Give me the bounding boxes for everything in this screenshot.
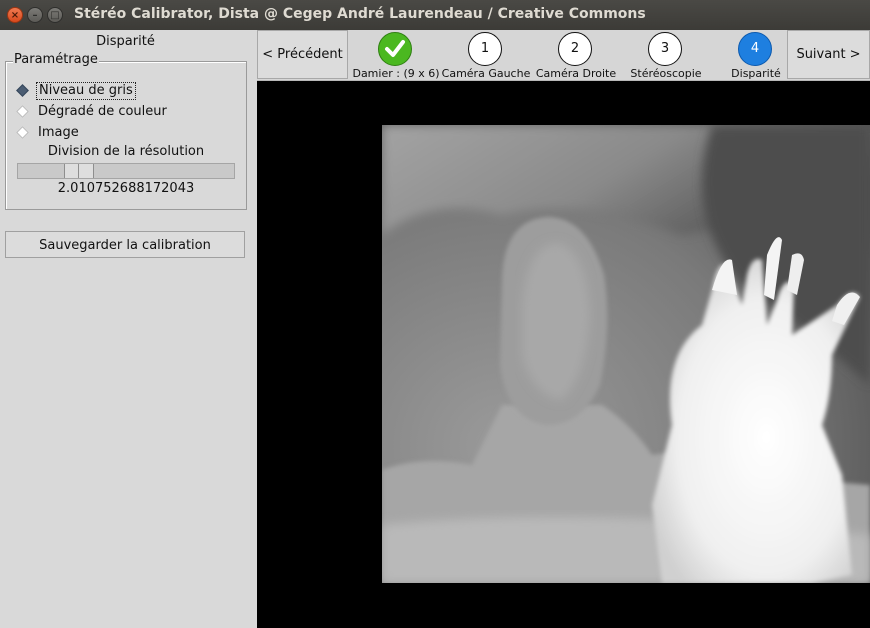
previous-button[interactable]: < Précédent: [257, 30, 348, 79]
maximize-window-icon[interactable]: □: [47, 7, 63, 23]
step-number-circle: 1: [468, 32, 502, 66]
disparity-viewer: [257, 81, 870, 628]
radio-indicator-icon: [16, 84, 29, 97]
step-right-camera[interactable]: 2 Caméra Droite: [530, 30, 622, 80]
radio-label: Niveau de gris: [36, 82, 136, 100]
step-stereoscopy[interactable]: 3 Stéréoscopie: [620, 30, 712, 80]
settings-panel: Disparité Paramétrage Niveau de gris Dég…: [0, 30, 257, 628]
resolution-slider[interactable]: [17, 163, 235, 179]
wizard-navigation: < Précédent Damier : (9 x 6) 1 Caméra Ga…: [257, 30, 870, 81]
next-button[interactable]: Suivant >: [787, 30, 870, 79]
resolution-value: 2.010752688172043: [57, 181, 195, 196]
step-left-camera[interactable]: 1 Caméra Gauche: [440, 30, 532, 80]
step-status-circle: [378, 32, 412, 66]
radio-label: Dégradé de couleur: [38, 104, 167, 119]
step-caption: Caméra Droite: [535, 67, 617, 80]
radio-label: Image: [38, 125, 79, 140]
step-number-circle: 3: [648, 32, 682, 66]
step-caption: Damier : (9 x 6): [352, 67, 440, 80]
radio-indicator-icon: [16, 126, 29, 139]
window-title: Stéréo Calibrator, Dista @ Cegep André L…: [74, 6, 646, 22]
minimize-window-icon[interactable]: –: [27, 7, 43, 23]
panel-heading: Disparité: [96, 34, 155, 49]
step-number-circle: 2: [558, 32, 592, 66]
slider-handle[interactable]: [64, 164, 94, 178]
settings-group-legend: Paramétrage: [13, 52, 99, 67]
step-checkerboard[interactable]: Damier : (9 x 6): [350, 30, 442, 80]
step-caption: Caméra Gauche: [441, 67, 531, 80]
close-window-icon[interactable]: ×: [7, 7, 23, 23]
check-icon: [385, 40, 405, 57]
disparity-map-graphic: [382, 125, 870, 583]
resolution-label: Division de la résolution: [47, 144, 205, 159]
radio-indicator-icon: [16, 105, 29, 118]
save-calibration-button[interactable]: Sauvegarder la calibration: [5, 231, 245, 258]
step-number-circle: 4: [738, 32, 772, 66]
step-caption: Stéréoscopie: [630, 67, 702, 80]
disparity-map-image: [382, 125, 870, 583]
title-bar: × – □ Stéréo Calibrator, Dista @ Cegep A…: [0, 0, 870, 30]
settings-group: Paramétrage Niveau de gris Dégradé de co…: [5, 52, 247, 210]
